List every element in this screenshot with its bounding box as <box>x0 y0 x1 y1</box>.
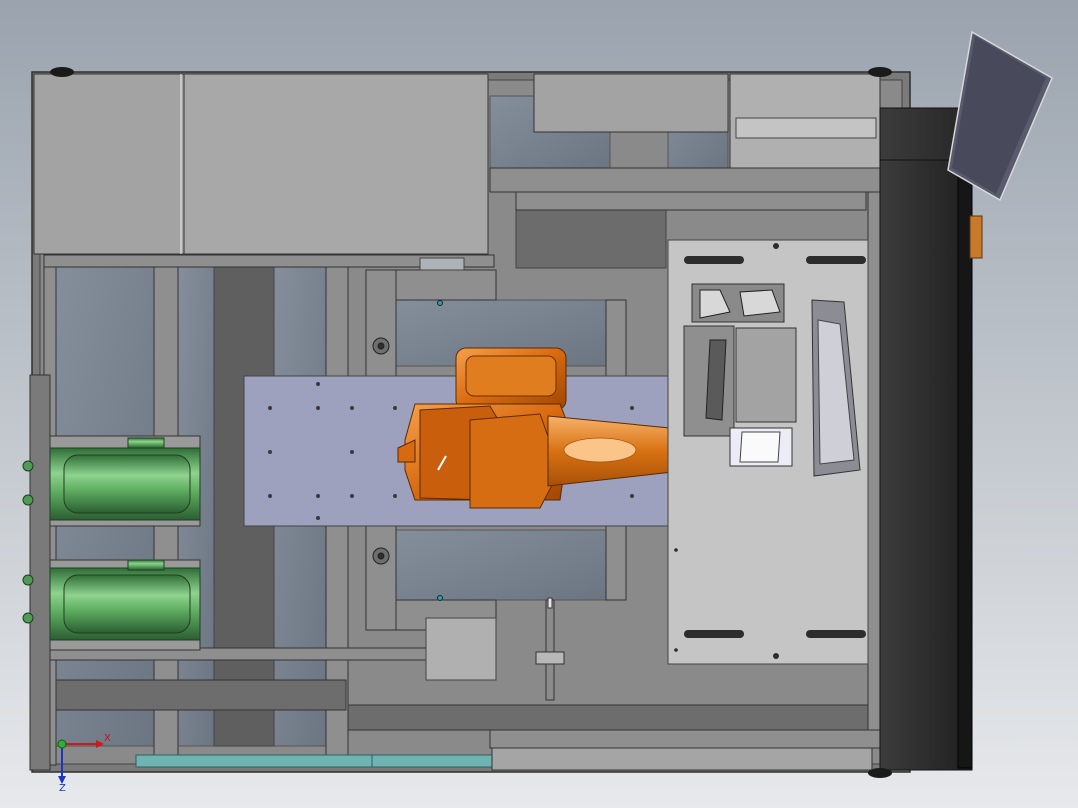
teal-guard-strip <box>135 754 493 768</box>
fixture-plate[interactable] <box>667 239 869 665</box>
axis-z-label: Z <box>59 783 66 794</box>
hmi-monitor[interactable] <box>947 30 1053 202</box>
green-cylinder-lower[interactable] <box>22 559 201 651</box>
assembly-top-view[interactable]: X Z <box>0 0 1078 808</box>
axis-x-label: X <box>104 733 111 744</box>
control-cabinet[interactable] <box>879 107 1001 771</box>
front-rail[interactable] <box>491 747 873 771</box>
cad-viewport[interactable]: X Z <box>0 0 1078 808</box>
